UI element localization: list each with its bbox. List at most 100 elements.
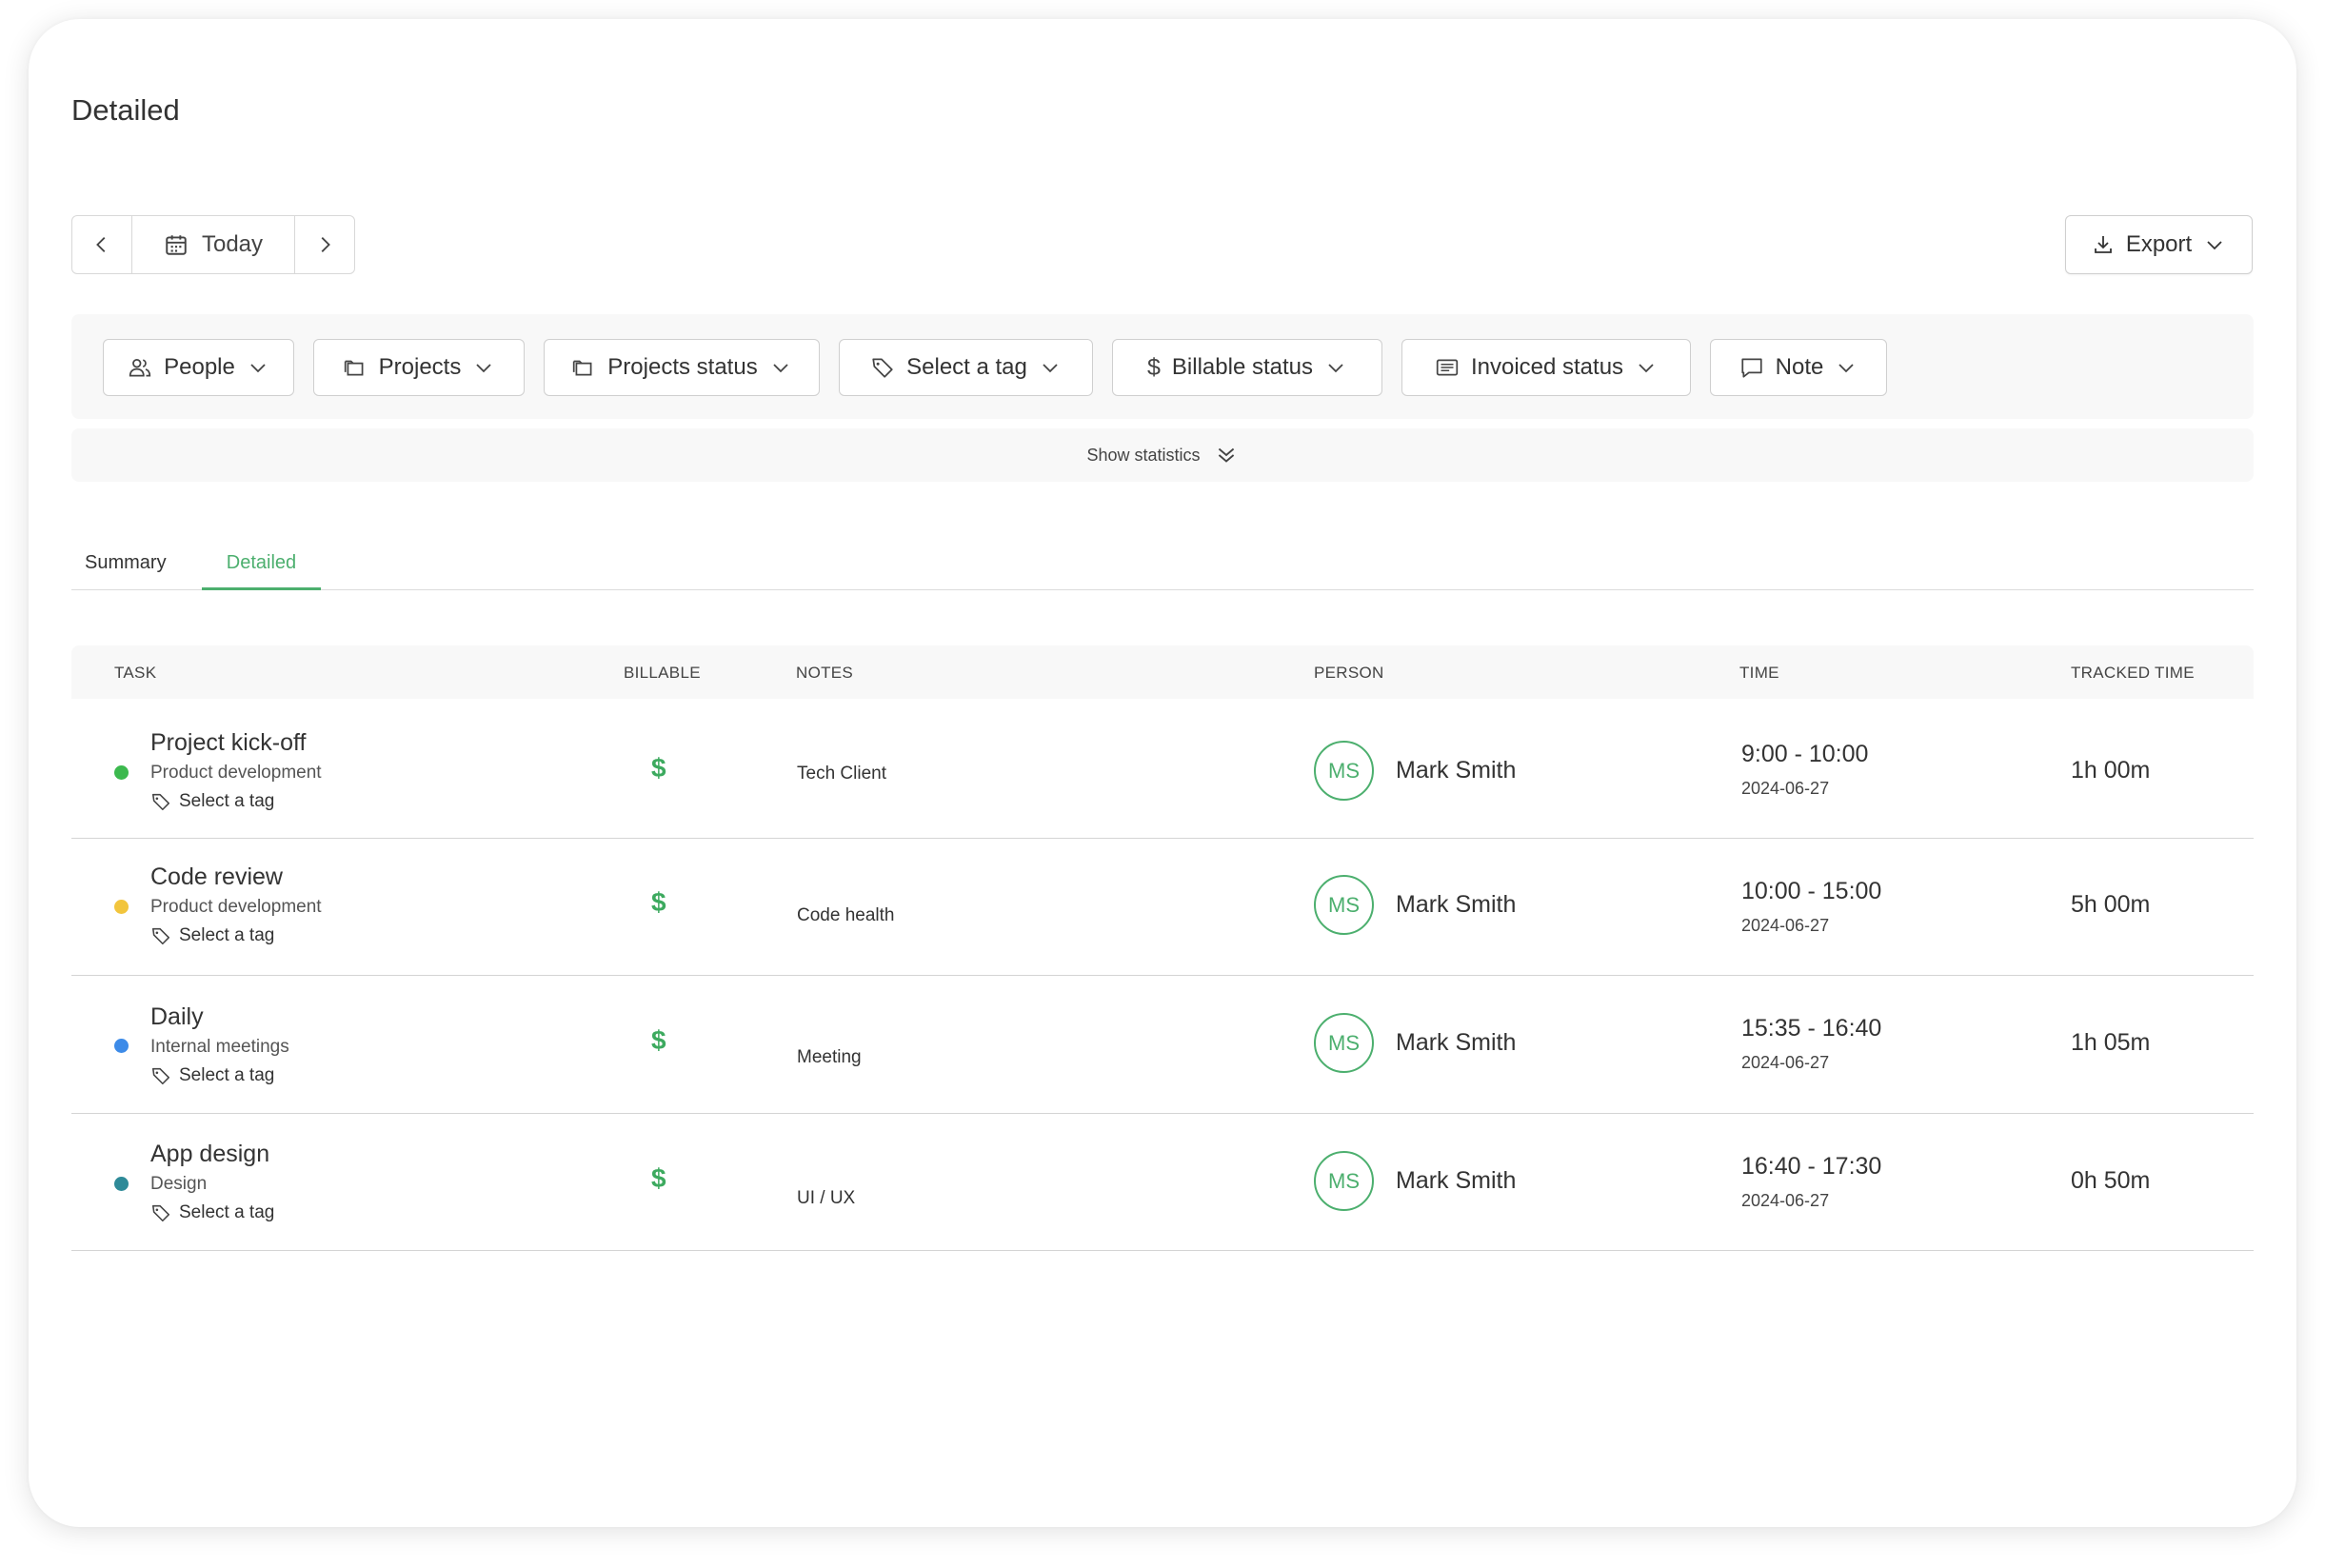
header-billable: BILLABLE [624,664,701,682]
chevron-down-icon [476,364,491,373]
person-name: Mark Smith [1396,1029,1517,1056]
task-project: Internal meetings [150,1037,289,1057]
person-name: Mark Smith [1396,757,1517,784]
header-time: TIME [1739,664,1779,682]
select-tag-button[interactable]: Select a tag [150,1202,274,1223]
invoiced-status-filter[interactable]: Invoiced status [1401,339,1691,396]
billable-icon: $ [651,1163,666,1193]
person-name: Mark Smith [1396,1167,1517,1194]
person-name: Mark Smith [1396,891,1517,918]
task-project: Design [150,1174,208,1194]
tracked-time: 1h 05m [2071,1029,2151,1056]
note-filter[interactable]: Note [1710,339,1887,396]
folder-icon [573,360,592,376]
tag-icon [151,793,170,811]
project-color-dot [114,1177,129,1191]
page-title: Detailed [71,93,180,127]
tag-icon [872,358,893,378]
dollar-icon: $ [1147,353,1161,381]
table-row[interactable]: Project kick-off Product development Sel… [71,699,2254,839]
time-date: 2024-06-27 [1741,1191,1830,1210]
people-filter-label: People [164,354,235,380]
select-tag-label: Select a tag [179,1065,275,1085]
header-person: PERSON [1314,664,1384,682]
select-tag-button[interactable]: Select a tag [150,925,274,946]
avatar: MS [1314,1151,1374,1211]
select-tag-button[interactable]: Select a tag [150,1065,274,1086]
previous-date-button[interactable] [72,216,131,273]
date-picker-button[interactable]: Today [131,216,295,273]
projects-status-filter[interactable]: Projects status [544,339,820,396]
double-chevron-down-icon [1218,447,1234,463]
table-row[interactable]: Code review Product development Select a… [71,839,2254,976]
projects-filter-label: Projects [378,354,462,380]
avatar-initials: MS [1328,758,1360,783]
select-tag-label: Select a tag [179,791,275,811]
calendar-icon [166,235,187,255]
avatar-initials: MS [1328,1030,1360,1055]
project-color-dot [114,765,129,780]
billable-icon: $ [651,753,666,783]
projects-status-filter-label: Projects status [607,354,758,380]
time-date: 2024-06-27 [1741,1053,1830,1072]
chevron-down-icon [2207,241,2222,250]
table-row[interactable]: Daily Internal meetings Select a tag $ M… [71,976,2254,1114]
tracked-time: 1h 00m [2071,757,2151,784]
task-title: Code review [150,863,283,890]
task-title: App design [150,1141,270,1167]
table-header: TASK BILLABLE NOTES PERSON TIME TRACKED … [71,645,2254,699]
chevron-down-icon [1328,364,1343,373]
task-note: Code health [797,905,895,925]
select-tag-label: Select a tag [179,1202,275,1222]
invoiced-status-filter-label: Invoiced status [1470,354,1624,380]
task-title: Daily [150,1003,204,1030]
projects-filter[interactable]: Projects [313,339,525,396]
billable-status-filter-label: Billable status [1171,354,1313,380]
time-range: 15:35 - 16:40 [1741,1015,1882,1042]
tab-detailed[interactable]: Detailed [202,552,321,590]
billable-icon: $ [651,887,666,917]
people-icon [129,359,151,377]
header-tracked-time: TRACKED TIME [2071,664,2195,682]
chevron-down-icon [1043,364,1058,373]
select-tag-label: Select a tag [179,925,275,945]
next-date-button[interactable] [295,216,354,273]
download-icon [2094,236,2112,253]
project-color-dot [114,900,129,914]
select-tag-button[interactable]: Select a tag [150,791,274,812]
note-icon [1741,358,1762,378]
task-project: Product development [150,897,322,917]
people-filter[interactable]: People [103,339,294,396]
time-date: 2024-06-27 [1741,779,1830,798]
show-statistics-toggle[interactable]: Show statistics [71,428,2254,482]
task-note: UI / UX [797,1188,856,1208]
billable-icon: $ [651,1025,666,1055]
chevron-down-icon [773,364,788,373]
invoice-icon [1436,359,1459,376]
time-date: 2024-06-27 [1741,916,1830,935]
tracked-time: 5h 00m [2071,891,2151,918]
tag-filter[interactable]: Select a tag [839,339,1093,396]
chevron-right-icon [321,237,330,252]
table-row[interactable]: App design Design Select a tag $ UI / UX… [71,1114,2254,1251]
chevron-down-icon [1838,364,1854,373]
header-task: TASK [114,664,157,682]
time-range: 10:00 - 15:00 [1741,878,1882,904]
tab-summary[interactable]: Summary [85,552,167,590]
tag-icon [151,1204,170,1222]
show-statistics-label: Show statistics [1086,445,1201,465]
task-note: Meeting [797,1047,862,1067]
project-color-dot [114,1039,129,1053]
avatar: MS [1314,875,1374,935]
billable-status-filter[interactable]: $ Billable status [1112,339,1382,396]
time-range: 9:00 - 10:00 [1741,741,1869,767]
folder-icon [344,360,364,376]
header-notes: NOTES [796,664,854,682]
export-button[interactable]: Export [2065,215,2253,274]
tracked-time: 0h 50m [2071,1167,2151,1194]
avatar: MS [1314,741,1374,801]
date-navigator: Today [71,215,355,274]
avatar: MS [1314,1013,1374,1073]
task-note: Tech Client [797,764,886,784]
chevron-down-icon [250,364,266,373]
